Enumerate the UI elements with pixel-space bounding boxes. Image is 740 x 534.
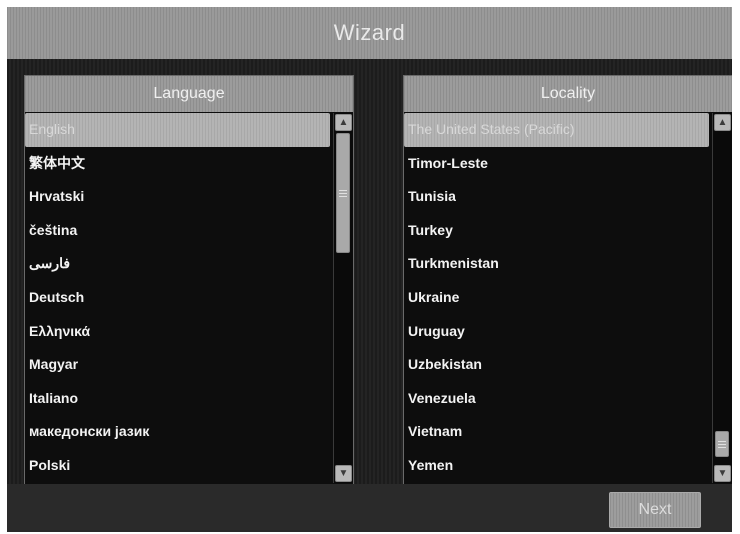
locality-item-us-pacific[interactable]: The United States (Pacific) [404,113,709,147]
language-header: Language [25,76,353,112]
language-item-cestina[interactable]: čeština [25,214,332,248]
language-item-english[interactable]: English [25,113,330,147]
locality-item-yemen[interactable]: Yemen [404,449,711,483]
wizard-content: Language English 繁体中文 Hrvatski čeština ف… [7,59,732,485]
locality-item-turkmenistan[interactable]: Turkmenistan [404,247,711,281]
language-item-magyar[interactable]: Magyar [25,348,332,382]
language-item-makedonski[interactable]: македонски јазик [25,415,332,449]
language-item-traditional-chinese[interactable]: 繁体中文 [25,147,332,181]
chevron-down-icon[interactable]: ▼ [335,465,352,482]
locality-item-vietnam[interactable]: Vietnam [404,415,711,449]
language-item-polski[interactable]: Polski [25,449,332,483]
locality-header: Locality [404,76,732,112]
locality-item-uruguay[interactable]: Uruguay [404,315,711,349]
language-scroll-thumb[interactable] [336,133,350,253]
locality-scroll-thumb[interactable] [715,431,729,457]
footer-bar: Next [7,484,732,532]
language-list[interactable]: English 繁体中文 Hrvatski čeština فارسی Deut… [25,113,332,483]
language-item-farsi[interactable]: فارسی [25,247,332,281]
locality-item-uzbekistan[interactable]: Uzbekistan [404,348,711,382]
language-item-hrvatski[interactable]: Hrvatski [25,180,332,214]
language-item-deutsch[interactable]: Deutsch [25,281,332,315]
next-button[interactable]: Next [609,492,701,528]
chevron-down-icon[interactable]: ▼ [714,465,731,482]
language-panel: Language English 繁体中文 Hrvatski čeština ف… [24,75,354,485]
locality-item-venezuela[interactable]: Venezuela [404,382,711,416]
wizard-window: Wizard Language English 繁体中文 Hrvatski če… [7,7,732,532]
chevron-up-icon[interactable]: ▲ [335,114,352,131]
locality-item-turkey[interactable]: Turkey [404,214,711,248]
title-bar: Wizard [7,7,732,59]
language-scrollbar[interactable]: ▲ ▼ [333,113,353,483]
language-item-ellinika[interactable]: Ελληνικά [25,315,332,349]
locality-item-ukraine[interactable]: Ukraine [404,281,711,315]
locality-item-timor-leste[interactable]: Timor-Leste [404,147,711,181]
locality-list[interactable]: The United States (Pacific) Timor-Leste … [404,113,711,483]
language-item-italiano[interactable]: Italiano [25,382,332,416]
window-title: Wizard [333,20,406,45]
chevron-up-icon[interactable]: ▲ [714,114,731,131]
locality-panel: Locality The United States (Pacific) Tim… [403,75,732,485]
locality-item-tunisia[interactable]: Tunisia [404,180,711,214]
locality-scrollbar[interactable]: ▲ ▼ [712,113,732,483]
